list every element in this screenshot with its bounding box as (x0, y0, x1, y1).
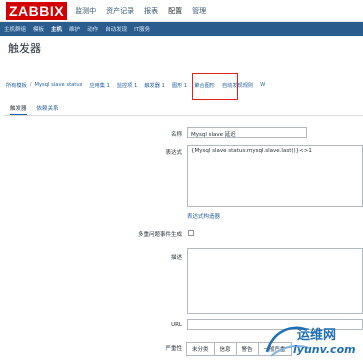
watermark-main-text: 运维网 (297, 328, 337, 343)
breadcrumb-web[interactable]: W (260, 82, 265, 89)
top-menu-administration[interactable]: 管理 (192, 1, 206, 21)
sub-menu-hosts[interactable]: 主机 (51, 25, 62, 33)
name-label: 名称 (170, 132, 182, 138)
severity-warning[interactable]: 警告 (235, 342, 259, 356)
top-menu-reports[interactable]: 报表 (144, 1, 158, 21)
breadcrumb-triggers[interactable]: 触发器 1 (144, 82, 165, 89)
top-menu: 监测中 资产记录 报表 配置 管理 (75, 1, 206, 21)
watermark: 运维网 iyunv.com (263, 322, 359, 360)
tab-trigger[interactable]: 触发器 (10, 104, 27, 115)
sub-menu-discovery[interactable]: 自动发现 (105, 25, 127, 33)
breadcrumb-all-templates[interactable]: 所有模板 (6, 82, 27, 89)
severity-label: 严重性 (165, 346, 182, 352)
sub-menu-templates[interactable]: 模板 (33, 25, 44, 33)
multiple-events-label: 多重问题事件生成 (137, 232, 182, 238)
top-menu-configuration[interactable]: 配置 (168, 1, 182, 21)
tab-dependencies[interactable]: 依赖关系 (37, 104, 59, 115)
multiple-events-checkbox[interactable] (188, 230, 194, 236)
form-tabs: 触发器 依赖关系 (10, 104, 59, 115)
expression-label: 表达式 (165, 150, 182, 156)
watermark-domain-text: iyunv.com (293, 343, 356, 356)
breadcrumb-applications[interactable]: 应用集 1 (89, 82, 110, 89)
breadcrumb-graphs[interactable]: 图形 1 (172, 82, 187, 89)
severity-information[interactable]: 信息 (213, 342, 237, 356)
triggers-highlight-box (192, 73, 238, 100)
breadcrumb-items[interactable]: 监控项 1 (117, 82, 138, 89)
zabbix-logo[interactable]: ZABBIX (6, 1, 68, 20)
sub-menu: 主机群组 模板 主机 维护 动作 自动发现 IT服务 (0, 22, 363, 36)
expression-constructor-link[interactable]: 表达式构造器 (187, 212, 220, 220)
sub-menu-actions[interactable]: 动作 (87, 25, 98, 33)
sub-menu-maintenance[interactable]: 维护 (69, 25, 80, 33)
breadcrumb-template[interactable]: Mysql slave status (35, 82, 83, 89)
sub-menu-host-groups[interactable]: 主机群组 (4, 25, 26, 33)
expression-textarea[interactable]: {Mysql slave status:mysql.slave.last()}<… (187, 145, 363, 207)
severity-not-classified[interactable]: 未分类 (186, 342, 215, 356)
breadcrumb: 所有模板 / Mysql slave status 应用集 1 监控项 1 触发… (6, 82, 363, 89)
tab-divider (4, 115, 363, 116)
page-title: 触发器 (8, 42, 41, 55)
sub-menu-it-services[interactable]: IT服务 (134, 25, 150, 33)
name-input[interactable]: Mysql slave 延迟 (187, 127, 307, 138)
breadcrumb-separator: / (29, 82, 32, 88)
description-label: 描述 (170, 255, 182, 261)
description-textarea[interactable] (187, 248, 363, 314)
top-menu-inventory[interactable]: 资产记录 (106, 1, 134, 21)
top-bar: ZABBIX 监测中 资产记录 报表 配置 管理 (0, 0, 363, 22)
top-menu-monitoring[interactable]: 监测中 (75, 1, 96, 21)
url-label: URL (171, 322, 182, 328)
